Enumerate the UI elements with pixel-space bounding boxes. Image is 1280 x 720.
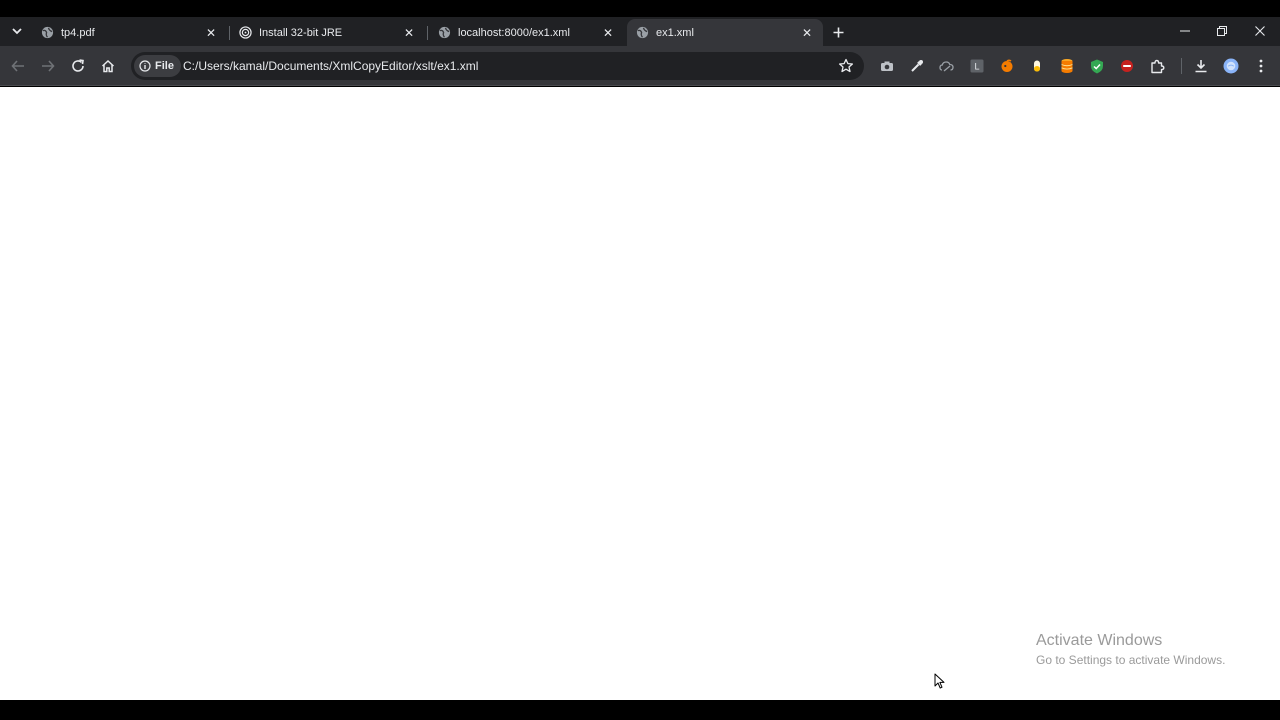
tab-strip: tp4.pdf ✕ Install 32-bit JRE ✕ localhost… bbox=[0, 17, 1280, 46]
reload-icon bbox=[72, 59, 84, 72]
address-bar[interactable]: File C:/Users/kamal/Documents/XmlCopyEdi… bbox=[131, 52, 864, 80]
site-info-chip[interactable]: File bbox=[134, 55, 181, 77]
minimize-icon bbox=[1180, 30, 1190, 32]
close-icon[interactable]: ✕ bbox=[401, 25, 417, 41]
pill-extension-icon[interactable] bbox=[1028, 57, 1046, 75]
activate-windows-watermark: Activate Windows Go to Settings to activ… bbox=[1036, 632, 1225, 667]
orange-extension-icon[interactable] bbox=[998, 57, 1016, 75]
tab-ex1-xml[interactable]: ex1.xml ✕ bbox=[627, 19, 823, 46]
kebab-menu-icon[interactable] bbox=[1252, 57, 1270, 75]
blocker-extension-icon[interactable] bbox=[1118, 57, 1136, 75]
info-icon bbox=[139, 60, 151, 72]
toolbar-separator bbox=[1181, 58, 1182, 74]
close-icon bbox=[1255, 26, 1265, 36]
reload-button[interactable] bbox=[66, 54, 90, 78]
tab-title: ex1.xml bbox=[656, 26, 694, 39]
forward-arrow-icon bbox=[42, 60, 55, 72]
tab-search-button[interactable] bbox=[6, 20, 28, 42]
camera-icon[interactable] bbox=[878, 57, 896, 75]
home-button[interactable] bbox=[96, 54, 120, 78]
close-icon[interactable]: ✕ bbox=[799, 25, 815, 41]
close-icon[interactable]: ✕ bbox=[600, 25, 616, 41]
tab-title: tp4.pdf bbox=[61, 26, 95, 39]
globe-icon bbox=[40, 26, 54, 40]
activate-windows-subtitle: Go to Settings to activate Windows. bbox=[1036, 653, 1226, 667]
home-icon bbox=[101, 59, 115, 73]
globe-icon bbox=[635, 26, 649, 40]
tab-install-jre[interactable]: Install 32-bit JRE ✕ bbox=[230, 19, 425, 46]
tab-separator bbox=[427, 26, 428, 40]
close-window-button[interactable] bbox=[1241, 17, 1279, 45]
download-icon[interactable] bbox=[1192, 57, 1210, 75]
shield-extension-icon[interactable] bbox=[1088, 57, 1106, 75]
restore-icon bbox=[1217, 26, 1227, 36]
back-arrow-icon bbox=[11, 60, 24, 72]
back-button[interactable] bbox=[6, 54, 30, 78]
top-black-bar bbox=[0, 0, 1280, 17]
tab-tp4-pdf[interactable]: tp4.pdf ✕ bbox=[32, 19, 227, 46]
database-extension-icon[interactable] bbox=[1058, 57, 1076, 75]
tab-localhost[interactable]: localhost:8000/ex1.xml ✕ bbox=[429, 19, 624, 46]
bottom-black-bar bbox=[0, 700, 1280, 720]
chevron-down-icon bbox=[12, 28, 22, 35]
bookmark-star-icon[interactable] bbox=[838, 58, 854, 74]
file-scheme-label: File bbox=[155, 60, 174, 72]
profile-avatar[interactable] bbox=[1222, 57, 1240, 75]
browser-toolbar: File C:/Users/kamal/Documents/XmlCopyEdi… bbox=[0, 46, 1280, 86]
forward-button[interactable] bbox=[36, 54, 60, 78]
page-content: Activate Windows Go to Settings to activ… bbox=[0, 87, 1280, 700]
mouse-cursor-icon bbox=[934, 673, 945, 689]
new-tab-button[interactable] bbox=[827, 21, 849, 43]
restore-button[interactable] bbox=[1203, 17, 1241, 45]
svg-text:L: L bbox=[974, 62, 979, 72]
close-icon[interactable]: ✕ bbox=[203, 25, 219, 41]
activate-windows-title: Activate Windows bbox=[1036, 632, 1163, 649]
puzzle-icon[interactable] bbox=[1148, 57, 1166, 75]
l-extension-icon[interactable]: L bbox=[968, 57, 986, 75]
tab-title: Install 32-bit JRE bbox=[259, 26, 343, 39]
minimize-button[interactable] bbox=[1166, 17, 1204, 45]
cloud-link-icon[interactable] bbox=[938, 57, 956, 75]
globe-icon bbox=[437, 26, 451, 40]
spiral-icon bbox=[238, 26, 252, 40]
url-text: C:/Users/kamal/Documents/XmlCopyEditor/x… bbox=[183, 59, 479, 73]
plus-icon bbox=[833, 27, 843, 37]
tab-title: localhost:8000/ex1.xml bbox=[458, 26, 570, 39]
eyedropper-icon[interactable] bbox=[908, 57, 926, 75]
